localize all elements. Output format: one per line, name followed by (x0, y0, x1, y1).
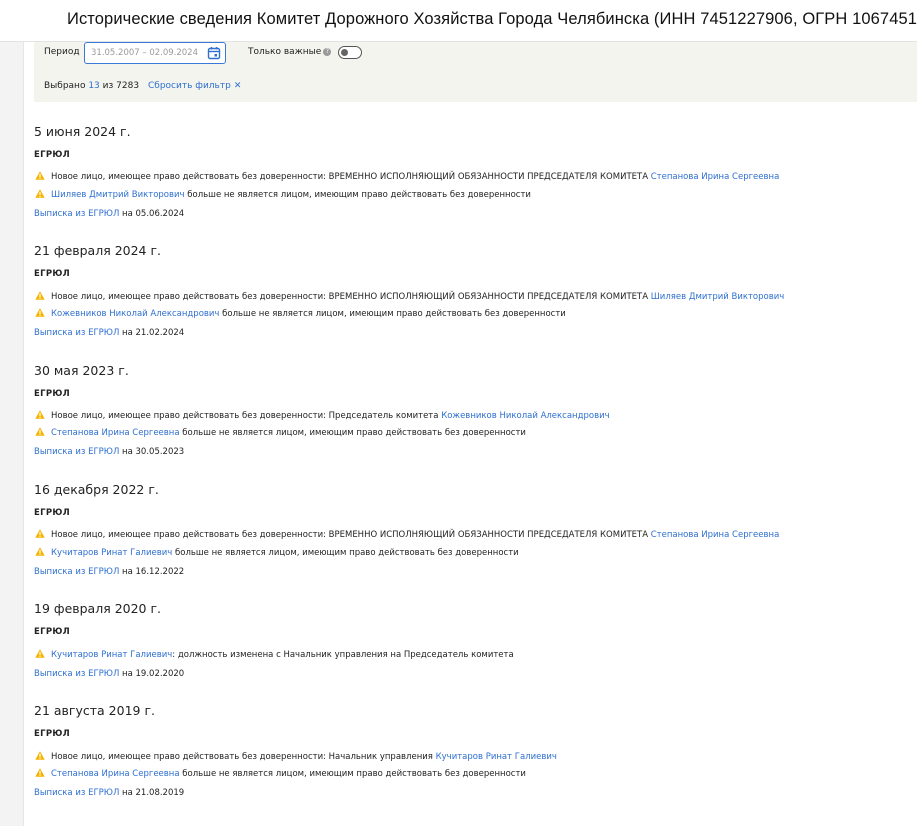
person-link[interactable]: Кучитаров Ринат Галиевич (436, 752, 557, 762)
warning-icon (35, 410, 45, 419)
person-link[interactable]: Степанова Ирина Сергеевна (51, 769, 180, 779)
important-toggle[interactable] (338, 46, 362, 59)
person-link[interactable]: Кожевников Николай Александрович (441, 411, 609, 421)
entry-source: ЕГРЮЛ (34, 269, 70, 279)
extract-line: Выписка из ЕГРЮЛ на 16.12.2022 (34, 567, 185, 577)
warning-icon (35, 547, 45, 556)
person-link[interactable]: Степанова Ирина Сергеевна (651, 172, 780, 182)
entry-line: Кучитаров Ринат Галиевич больше не являе… (34, 547, 519, 558)
important-label: Только важные? (248, 47, 332, 57)
entry-line: Новое лицо, имеющее право действовать бе… (34, 751, 557, 762)
close-icon: ✕ (233, 81, 242, 91)
person-link[interactable]: Кучитаров Ринат Галиевич (51, 650, 172, 660)
extract-line: Выписка из ЕГРЮЛ на 21.02.2024 (34, 328, 185, 338)
extract-link[interactable]: Выписка из ЕГРЮЛ (34, 209, 119, 219)
person-link[interactable]: Шиляев Дмитрий Викторович (51, 190, 185, 200)
entry-line: Кожевников Николай Александрович больше … (34, 308, 566, 319)
filter-panel: Период Только важные? Выбрано 13 из 7283… (34, 42, 917, 102)
warning-icon (35, 649, 45, 658)
period-field[interactable] (84, 42, 226, 64)
extract-link[interactable]: Выписка из ЕГРЮЛ (34, 567, 119, 577)
entry-line: Степанова Ирина Сергеевна больше не явля… (34, 427, 526, 438)
left-rail (0, 42, 24, 826)
extract-link[interactable]: Выписка из ЕГРЮЛ (34, 328, 119, 338)
selected-count: Выбрано 13 из 7283 (44, 81, 140, 91)
extract-link[interactable]: Выписка из ЕГРЮЛ (34, 788, 119, 798)
reset-filter-button[interactable]: Сбросить фильтр ✕ (148, 81, 241, 91)
entry-line: Кучитаров Ринат Галиевич: должность изме… (34, 649, 514, 660)
selected-number: 13 (88, 81, 100, 91)
person-link[interactable]: Кучитаров Ринат Галиевич (51, 548, 172, 558)
entry-source: ЕГРЮЛ (34, 150, 70, 160)
warning-icon (35, 189, 45, 198)
entry-source: ЕГРЮЛ (34, 389, 70, 399)
entry-line: Новое лицо, имеющее право действовать бе… (34, 529, 779, 540)
extract-line: Выписка из ЕГРЮЛ на 05.06.2024 (34, 209, 185, 219)
entry-source: ЕГРЮЛ (34, 627, 70, 637)
extract-line: Выписка из ЕГРЮЛ на 19.02.2020 (34, 669, 185, 679)
page-title: Исторические сведения Комитет Дорожного … (67, 10, 917, 28)
entry-line: Степанова Ирина Сергеевна больше не явля… (34, 768, 526, 779)
person-link[interactable]: Кожевников Николай Александрович (51, 309, 219, 319)
extract-line: Выписка из ЕГРЮЛ на 30.05.2023 (34, 447, 185, 457)
period-label: Период (44, 47, 80, 57)
warning-icon (35, 308, 45, 317)
entry-line: Новое лицо, имеющее право действовать бе… (34, 410, 610, 421)
help-icon[interactable]: ? (323, 47, 332, 56)
extract-link[interactable]: Выписка из ЕГРЮЛ (34, 669, 119, 679)
entry-line: Новое лицо, имеющее право действовать бе… (34, 171, 779, 182)
warning-icon (35, 529, 45, 538)
entry-date: 5 июня 2024 г. (34, 124, 131, 139)
extract-link[interactable]: Выписка из ЕГРЮЛ (34, 447, 119, 457)
entry-line: Шиляев Дмитрий Викторович больше не явля… (34, 189, 531, 200)
extract-line: Выписка из ЕГРЮЛ на 21.08.2019 (34, 788, 185, 798)
entry-date: 21 августа 2019 г. (34, 703, 155, 718)
entry-date: 21 февраля 2024 г. (34, 243, 162, 258)
entry-date: 19 февраля 2020 г. (34, 601, 162, 616)
warning-icon (35, 171, 45, 180)
person-link[interactable]: Степанова Ирина Сергеевна (651, 530, 780, 540)
entry-date: 16 декабря 2022 г. (34, 482, 159, 497)
calendar-icon[interactable] (207, 46, 221, 60)
warning-icon (35, 768, 45, 777)
entry-date: 30 мая 2023 г. (34, 363, 129, 378)
entry-source: ЕГРЮЛ (34, 508, 70, 518)
person-link[interactable]: Шиляев Дмитрий Викторович (651, 292, 785, 302)
top-bar: Исторические сведения Комитет Дорожного … (0, 0, 917, 42)
person-link[interactable]: Степанова Ирина Сергеевна (51, 428, 180, 438)
period-input[interactable] (91, 46, 201, 60)
entry-line: Новое лицо, имеющее право действовать бе… (34, 291, 784, 302)
warning-icon (35, 427, 45, 436)
entry-source: ЕГРЮЛ (34, 729, 70, 739)
toggle-knob (341, 49, 348, 56)
warning-icon (35, 751, 45, 760)
warning-icon (35, 291, 45, 300)
